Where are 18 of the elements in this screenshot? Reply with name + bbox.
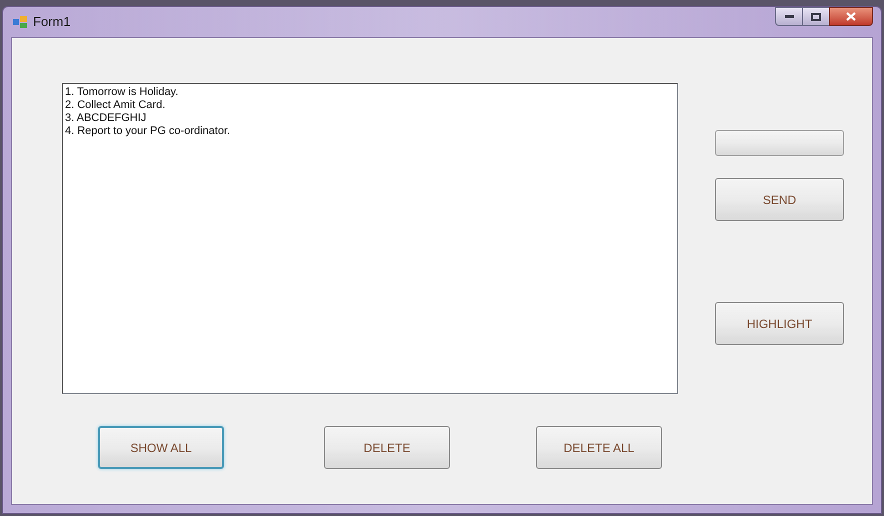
action-button[interactable]: DELETE ALL: [536, 426, 662, 469]
action-button[interactable]: SEND: [715, 178, 844, 221]
list-item[interactable]: 4. Report to your PG co-ordinator.: [65, 125, 675, 138]
list-item[interactable]: 2. Collect Amit Card.: [65, 99, 675, 112]
form-icon: [13, 16, 27, 28]
minimize-button[interactable]: [775, 7, 803, 26]
action-button[interactable]: DELETE: [324, 426, 450, 469]
close-button[interactable]: [829, 7, 873, 26]
window-title: Form1: [33, 13, 71, 32]
action-button[interactable]: SHOW ALL: [98, 426, 224, 469]
minimize-icon: [784, 15, 794, 18]
maximize-button[interactable]: [803, 7, 829, 26]
list-item[interactable]: 1. Tomorrow is Holiday.: [65, 86, 675, 99]
list-item[interactable]: 3. ABCDEFGHIJ: [65, 112, 675, 125]
action-button[interactable]: HIGHLIGHT: [715, 302, 844, 345]
list-box[interactable]: 1. Tomorrow is Holiday. 2. Collect Amit Card. 3. ABCDEFGHIJ 4. Report to your PG co-ordinator.: [62, 83, 678, 394]
close-icon: [846, 12, 856, 21]
maximize-icon: [811, 12, 821, 20]
